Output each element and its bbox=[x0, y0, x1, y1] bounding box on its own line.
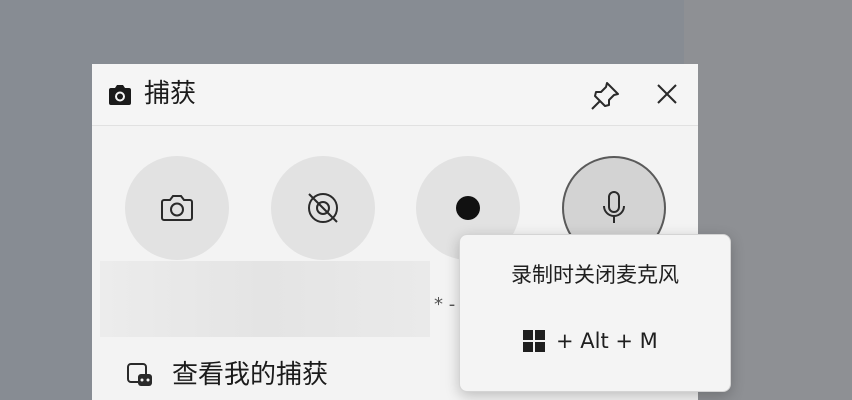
screenshot-button[interactable] bbox=[125, 156, 229, 260]
pin-button[interactable] bbox=[589, 80, 621, 110]
close-icon bbox=[657, 84, 677, 104]
record-dot-icon bbox=[456, 196, 480, 220]
keyboard-shortcut: + Alt + M bbox=[522, 327, 658, 355]
microphone-tooltip: 录制时关闭麦克风 + Alt + M bbox=[459, 234, 731, 392]
window-title: 捕获 bbox=[144, 79, 197, 109]
tooltip-title: 录制时关闭麦克风 bbox=[511, 263, 679, 287]
camera-off-icon bbox=[308, 193, 338, 223]
view-captures-label: 查看我的捕获 bbox=[172, 360, 329, 390]
gallery-icon bbox=[126, 362, 154, 388]
camera-icon bbox=[161, 195, 193, 221]
close-button[interactable] bbox=[652, 81, 682, 109]
blurred-content bbox=[100, 261, 430, 337]
windows-key-icon bbox=[523, 330, 545, 352]
microphone-icon bbox=[603, 191, 625, 223]
hint-text: * - bbox=[434, 294, 456, 315]
camera-icon bbox=[108, 84, 132, 106]
pin-icon bbox=[591, 82, 619, 110]
title-bar: 捕获 bbox=[92, 64, 698, 126]
shortcut-text: + Alt + M bbox=[556, 329, 658, 353]
screenshot-off-button[interactable] bbox=[271, 156, 375, 260]
